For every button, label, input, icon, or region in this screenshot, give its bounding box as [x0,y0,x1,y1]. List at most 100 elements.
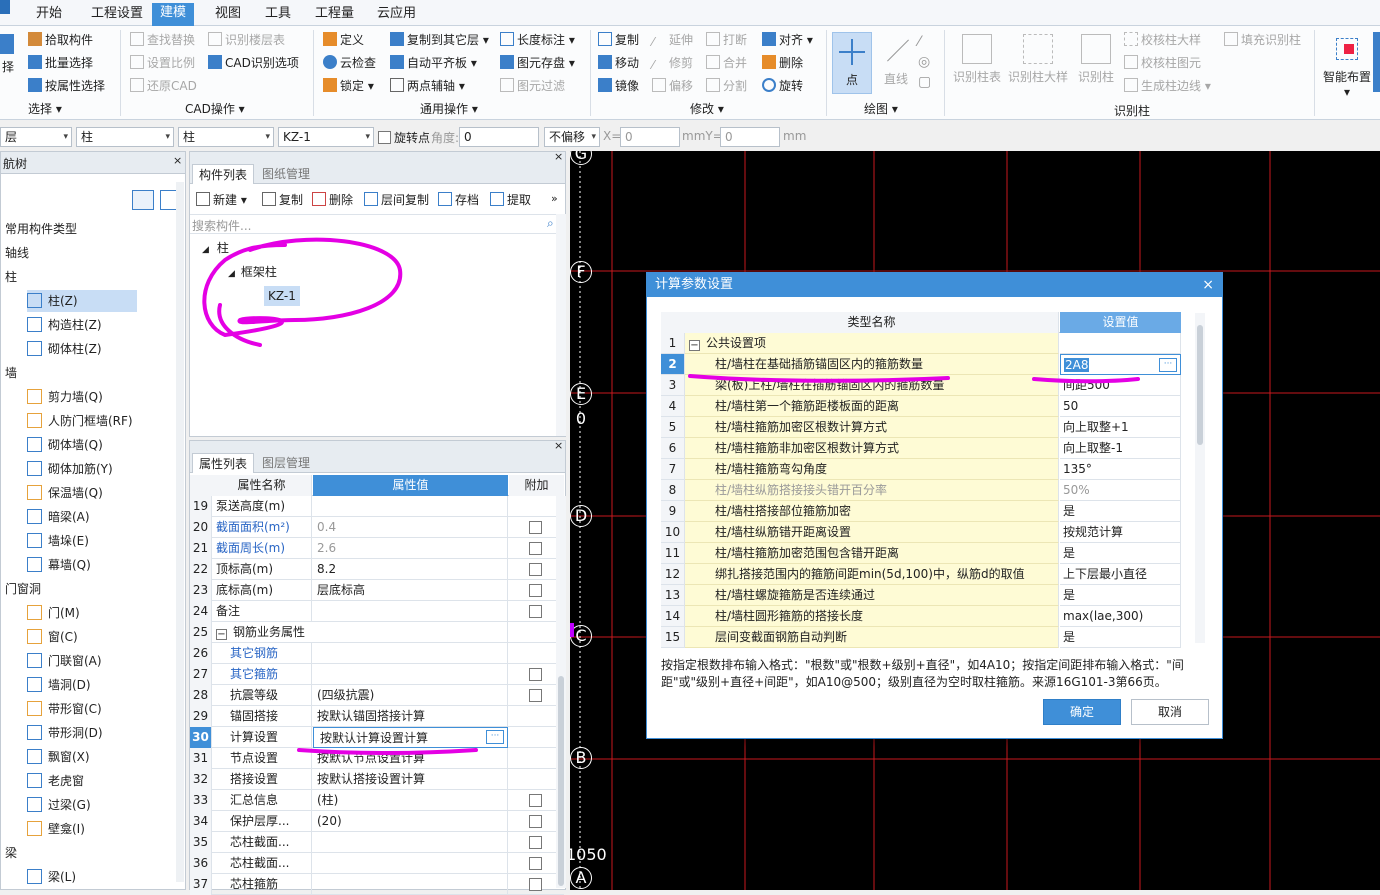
property-extra-checkbox[interactable] [529,689,542,702]
dialog-row[interactable]: 11 柱/墙柱箍筋加密范围包含错开距离是 [661,543,1181,564]
property-row[interactable]: 28 抗震等级 (四级抗震) [190,685,564,706]
app-logo-icon[interactable] [0,0,10,14]
merge-button[interactable]: 合并 [706,53,747,73]
ellipsis-button[interactable]: ··· [1159,358,1177,372]
nav-item[interactable]: 幕墙(Q) [27,554,137,576]
component-name-select[interactable]: KZ-1 ▾ [278,127,374,147]
extract-button[interactable]: 提取 [490,190,531,210]
property-value[interactable] [313,496,508,517]
rotate-button[interactable]: 旋转 [762,76,803,96]
menu-tools[interactable]: 工具 [257,4,299,26]
dialog-row[interactable]: 15 层间变截面钢筋自动判断是 [661,627,1181,648]
select-by-property-button[interactable]: 按属性选择 [28,76,105,96]
dialog-setting-value[interactable]: 50% [1060,480,1181,501]
extend-button[interactable]: ⁄ 延伸 [652,30,693,50]
dialog-scrollbar[interactable] [1195,313,1205,643]
nav-item[interactable]: 暗梁(A) [27,506,137,528]
set-scale-button[interactable]: 设置比例 [130,53,195,73]
delete-button[interactable]: 删除 [762,53,803,73]
property-row[interactable]: 24 备注 [190,601,564,622]
nav-item[interactable]: 砌体柱(Z) [27,338,137,360]
line-draw-button[interactable]: 直线 [876,36,916,87]
component-search-box[interactable]: 搜索构件... ⌕ [190,214,566,234]
nav-item[interactable]: 壁龛(I) [27,818,137,840]
property-row[interactable]: 27 其它箍筋 [190,664,564,685]
dialog-row[interactable]: 14 柱/墙柱圆形箍筋的搭接长度 max(lae,300) [661,606,1181,627]
nav-tree-close-icon[interactable]: × [173,154,182,167]
dialog-setting-value[interactable]: 135° [1060,459,1181,480]
tree-node-column[interactable]: ◢ 柱 [202,238,229,258]
dialog-close-icon[interactable]: × [1202,273,1214,297]
property-value[interactable]: 按默认搭接设置计算 [313,769,508,790]
move-button[interactable]: 移动 [598,53,639,73]
property-value[interactable]: 0.4 [313,517,508,538]
nav-item[interactable]: 老虎窗 [27,770,137,792]
property-row[interactable]: 23 底标高(m) 层底标高 [190,580,564,601]
draw-group-label[interactable]: 绘图 ▾ [864,100,898,118]
dialog-row[interactable]: 2 柱/墙柱在基础插筋锚固区内的箍筋数量 2A8 ··· [661,354,1181,375]
common-group-label[interactable]: 通用操作 ▾ [420,100,478,118]
delete-component-button[interactable]: 删除 [312,190,353,210]
dialog-row[interactable]: 12 绑扎搭接范围内的箍筋间距min(5d,100)中，纵筋d的取值 上下层最小直径 [661,564,1181,585]
recognize-column-table-button[interactable]: 识别柱表 [950,34,1004,85]
property-value[interactable] [313,832,508,853]
property-value[interactable]: 2.6 [313,538,508,559]
property-extra-checkbox[interactable] [529,878,542,891]
dialog-setting-value[interactable]: 向上取整+1 [1060,417,1181,438]
align-button[interactable]: 对齐 ▾ [762,30,813,50]
property-row[interactable]: 20 截面面积(m²) 0.4 [190,517,564,538]
dialog-row[interactable]: 13 柱/墙柱螺旋箍筋是否连续通过是 [661,585,1181,606]
modify-group-label[interactable]: 修改 ▾ [690,100,724,118]
nav-category[interactable]: 柱 [5,266,17,288]
component-subtype-select[interactable]: 柱 ▾ [178,127,274,147]
nav-item[interactable]: 门联窗(A) [27,650,137,672]
menu-start[interactable]: 开始 [28,4,70,26]
dialog-row[interactable]: 6 柱/墙柱箍筋非加密区根数计算方式 向上取整-1 [661,438,1181,459]
save-element-button[interactable]: 图元存盘 ▾ [500,53,575,73]
y-offset-input[interactable]: 0 [720,127,780,147]
nav-category[interactable]: 轴线 [5,242,29,264]
property-row[interactable]: 31 节点设置 按默认节点设置计算 [190,748,564,769]
nav-item[interactable]: 带形洞(D) [27,722,137,744]
property-list-scrollbar[interactable] [556,496,566,888]
property-value[interactable]: 8.2 [313,559,508,580]
dialog-setting-value[interactable]: 上下层最小直径 [1060,564,1181,585]
component-type-select[interactable]: 柱 ▾ [76,127,174,147]
property-value[interactable]: (柱) [313,790,508,811]
dialog-setting-value[interactable]: 是 [1060,585,1181,606]
component-list-scrollbar[interactable] [556,214,566,436]
ok-button[interactable]: 确定 [1043,699,1121,725]
property-row[interactable]: 35 芯柱截面... [190,832,564,853]
more-toolbar-icon[interactable]: » [551,192,558,205]
dialog-row[interactable]: 4 柱/墙柱第一个箍筋距楼板面的距离 50 [661,396,1181,417]
tab-property-list[interactable]: 属性列表 [192,453,255,473]
pick-component-button[interactable]: 拾取构件 [28,30,93,50]
tree-node-kz1[interactable]: KZ-1 [264,286,300,306]
check-column-element-button[interactable]: 校核柱图元 [1124,53,1201,73]
auto-align-slab-button[interactable]: 自动平齐板 ▾ [390,53,477,73]
tab-component-list[interactable]: 构件列表 [192,164,255,184]
tab-drawing-management[interactable]: 图纸管理 [256,164,316,184]
property-extra-checkbox[interactable] [529,563,542,576]
property-extra-checkbox[interactable] [529,794,542,807]
property-extra-checkbox[interactable] [529,815,542,828]
property-value[interactable] [313,853,508,874]
point-draw-button[interactable]: 点 [832,32,872,94]
nav-item[interactable]: 墙洞(D) [27,674,137,696]
cancel-button[interactable]: 取消 [1131,699,1209,725]
collapse-icon[interactable]: − [216,629,227,640]
list-view-icon[interactable] [132,190,154,210]
property-value[interactable] [313,664,508,685]
property-value[interactable] [313,874,508,895]
nav-item[interactable]: 柱(Z) [27,290,137,312]
break-button[interactable]: 打断 [706,30,747,50]
mirror-button[interactable]: 镜像 [598,76,639,96]
menu-modeling[interactable]: 建模 [152,3,195,26]
property-value[interactable] [313,643,508,664]
smart-layout-button[interactable]: 智能布置 ▾ [1318,34,1376,99]
property-extra-checkbox[interactable] [529,857,542,870]
nav-category[interactable]: 墙 [5,362,17,384]
check-column-detail-button[interactable]: 校核柱大样 [1124,30,1201,50]
cad-recognition-options-button[interactable]: CAD识别选项 [208,53,299,73]
property-extra-checkbox[interactable] [529,584,542,597]
